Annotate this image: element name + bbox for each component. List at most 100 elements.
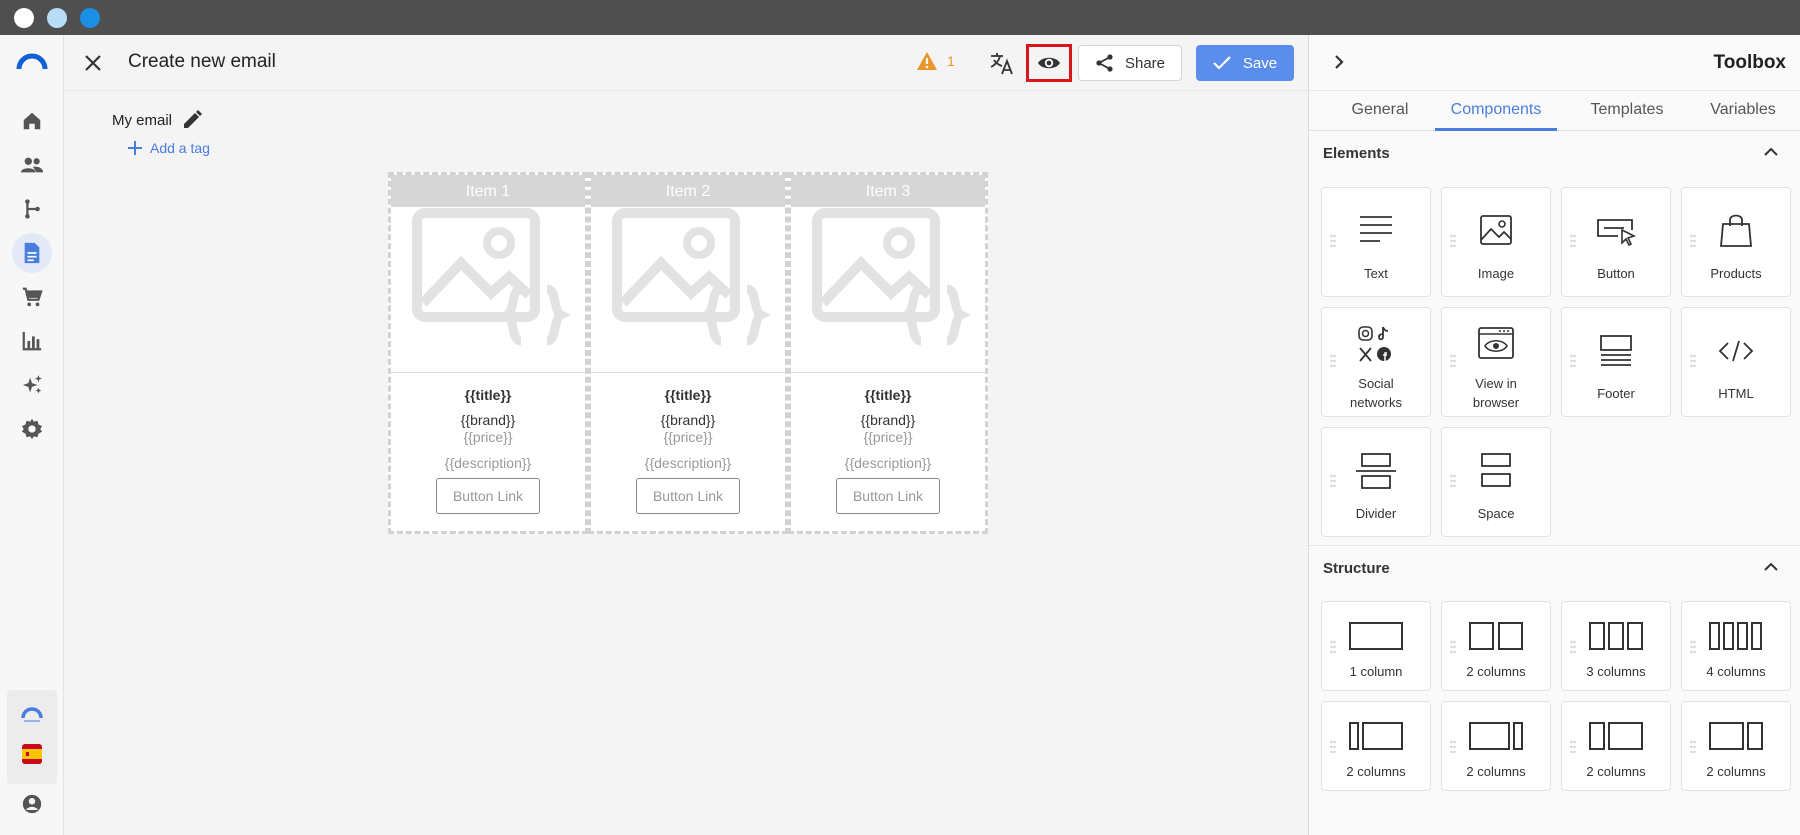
product-item-header: Item 2 xyxy=(591,175,785,207)
structure-tile-2-columns-narrow-right[interactable]: 2 columns xyxy=(1441,701,1551,791)
structure-tile-4-columns[interactable]: 4 columns xyxy=(1681,601,1791,691)
home-icon[interactable] xyxy=(12,101,52,141)
code-icon xyxy=(1682,340,1790,362)
structure-label: 2 columns xyxy=(1586,764,1646,779)
warning-indicator[interactable]: 1 xyxy=(916,51,955,71)
image-icon xyxy=(1442,214,1550,246)
element-label: Text xyxy=(1364,266,1388,281)
eye-icon xyxy=(1038,57,1060,69)
preview-button[interactable] xyxy=(1026,44,1072,82)
product-button-link[interactable]: Button Link xyxy=(836,478,940,514)
window-close-dot[interactable] xyxy=(14,8,34,28)
element-label: Footer xyxy=(1597,386,1635,401)
product-button-link[interactable]: Button Link xyxy=(436,478,540,514)
image-placeholder-icon xyxy=(612,208,771,346)
element-label: Divider xyxy=(1355,506,1397,521)
structure-tile-2-columns-narrow-left[interactable]: 2 columns xyxy=(1321,701,1431,791)
element-tile-social-networks[interactable]: Social networks xyxy=(1321,307,1431,417)
close-icon[interactable] xyxy=(84,54,102,72)
settings-icon[interactable] xyxy=(12,409,52,449)
products-block[interactable]: Item 1 {{title}} {{brand}} {{price}} {{d… xyxy=(388,172,988,534)
spain-flag-icon[interactable] xyxy=(12,734,52,774)
element-tile-image[interactable]: Image xyxy=(1441,187,1551,297)
account-icon[interactable] xyxy=(12,784,52,824)
product-description: {{description}} xyxy=(444,455,532,471)
element-tile-footer[interactable]: Footer xyxy=(1561,307,1671,417)
product-title: {{title}} xyxy=(664,387,712,403)
structure-tile-2-columns[interactable]: 2 columns xyxy=(1441,601,1551,691)
automation-icon[interactable] xyxy=(12,189,52,229)
element-tile-view-in-browser[interactable]: View in browser xyxy=(1441,307,1551,417)
three-columns-icon xyxy=(1562,622,1670,650)
window-maximize-dot[interactable] xyxy=(80,8,100,28)
product-button-link[interactable]: Button Link xyxy=(636,478,740,514)
structure-label: 2 columns xyxy=(1706,764,1766,779)
product-brand: {{brand}} xyxy=(660,412,716,428)
chevron-up-icon[interactable] xyxy=(1764,147,1778,157)
element-tile-html[interactable]: HTML xyxy=(1681,307,1791,417)
product-item[interactable]: Item 2 {{title}} {{brand}} {{price}} {{d… xyxy=(588,172,788,534)
product-brand: {{brand}} xyxy=(860,412,916,428)
product-description: {{description}} xyxy=(844,455,932,471)
app-logo[interactable] xyxy=(16,53,48,71)
element-label: Products xyxy=(1710,266,1762,281)
product-description: {{description}} xyxy=(644,455,732,471)
two-columns-third-right-icon xyxy=(1682,722,1790,750)
structure-tile-3-columns[interactable]: 3 columns xyxy=(1561,601,1671,691)
toolbox-tabs: General Components Templates Variables xyxy=(1309,91,1800,131)
divider-icon xyxy=(1322,452,1430,490)
product-title: {{title}} xyxy=(464,387,512,403)
structure-tile-1-column[interactable]: 1 column xyxy=(1321,601,1431,691)
brand-logo-icon[interactable] xyxy=(12,694,52,734)
element-tile-button[interactable]: Button xyxy=(1561,187,1671,297)
structure-tile-2-columns-third-left[interactable]: 2 columns xyxy=(1561,701,1671,791)
cart-icon[interactable] xyxy=(12,277,52,317)
editor-header: Create new email 1 Share Save xyxy=(64,35,1308,91)
contacts-icon[interactable] xyxy=(12,145,52,185)
tab-general[interactable]: General xyxy=(1339,91,1421,131)
two-columns-narrow-left-icon xyxy=(1322,722,1430,750)
reports-icon[interactable] xyxy=(12,321,52,361)
tab-templates[interactable]: Templates xyxy=(1573,91,1681,131)
text-icon xyxy=(1322,214,1430,244)
element-tile-products[interactable]: Products xyxy=(1681,187,1791,297)
tab-variables[interactable]: Variables xyxy=(1695,91,1791,131)
space-icon xyxy=(1442,452,1550,488)
document-icon[interactable] xyxy=(12,233,52,273)
image-placeholder-icon xyxy=(812,208,971,346)
product-item[interactable]: Item 1 {{title}} {{brand}} {{price}} {{d… xyxy=(388,172,588,534)
two-columns-icon xyxy=(1442,622,1550,650)
warning-icon xyxy=(917,52,937,70)
element-label: View in browser xyxy=(1472,376,1520,410)
share-icon xyxy=(1096,54,1113,72)
save-button[interactable]: Save xyxy=(1196,45,1294,81)
element-tile-divider[interactable]: Divider xyxy=(1321,427,1431,537)
structure-section-title: Structure xyxy=(1323,560,1390,577)
structure-tile-2-columns-third-right[interactable]: 2 columns xyxy=(1681,701,1791,791)
warning-count: 1 xyxy=(947,53,955,69)
social-networks-icon xyxy=(1322,324,1430,364)
product-image-placeholder xyxy=(791,207,985,373)
window-minimize-dot[interactable] xyxy=(47,8,67,28)
product-price: {{price}} xyxy=(863,429,913,445)
structure-label: 3 columns xyxy=(1586,664,1646,679)
structure-label: 4 columns xyxy=(1706,664,1766,679)
footer-icon xyxy=(1562,334,1670,370)
tab-components[interactable]: Components xyxy=(1435,91,1557,131)
product-item[interactable]: Item 3 {{title}} {{brand}} {{price}} {{d… xyxy=(788,172,988,534)
product-title: {{title}} xyxy=(864,387,912,403)
share-button[interactable]: Share xyxy=(1078,45,1182,81)
pencil-icon[interactable] xyxy=(182,110,203,130)
structure-label: 1 column xyxy=(1349,664,1403,679)
element-tile-text[interactable]: Text xyxy=(1321,187,1431,297)
chevron-up-icon[interactable] xyxy=(1764,562,1778,572)
chevron-right-icon[interactable] xyxy=(1333,54,1345,70)
image-placeholder-icon xyxy=(412,208,571,346)
element-label: Image xyxy=(1477,266,1515,281)
ai-sparkle-icon[interactable] xyxy=(12,365,52,405)
toolbox-panel: Toolbox General Components Templates Var… xyxy=(1308,35,1800,835)
element-tile-space[interactable]: Space xyxy=(1441,427,1551,537)
add-tag-link[interactable]: Add a tag xyxy=(128,140,210,156)
translate-button[interactable] xyxy=(988,49,1016,77)
product-brand: {{brand}} xyxy=(460,412,516,428)
